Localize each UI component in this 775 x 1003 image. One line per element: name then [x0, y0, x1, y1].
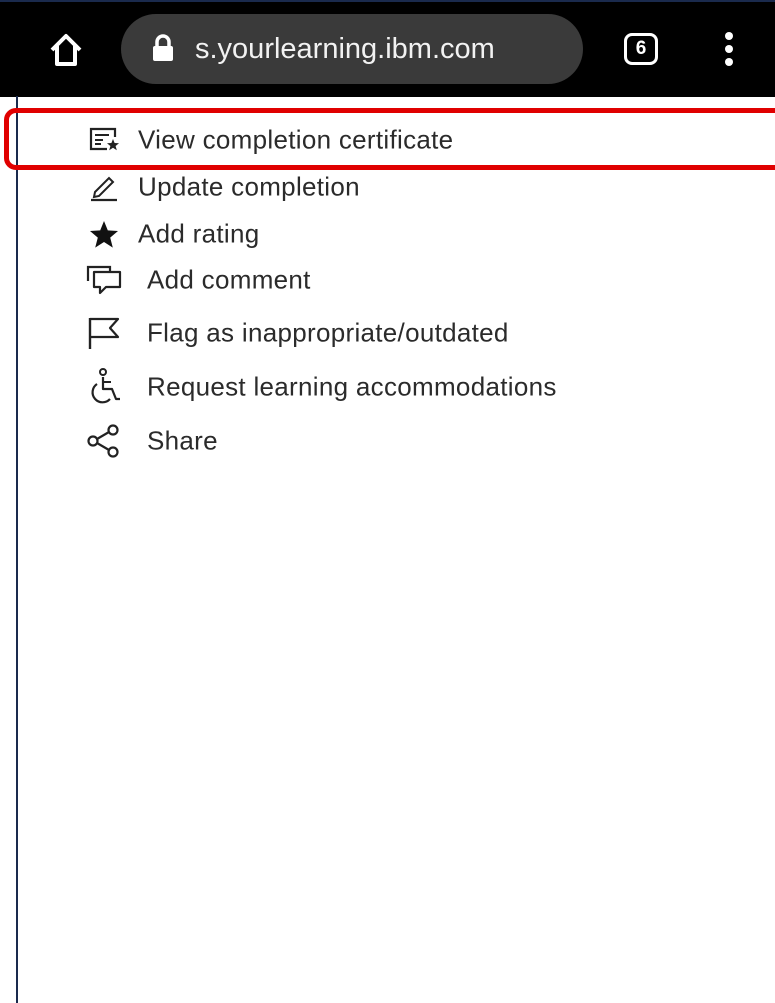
edit-icon	[84, 167, 124, 207]
menu-dot-icon	[725, 45, 733, 53]
menu-item-label: Share	[147, 425, 218, 456]
menu-item-share[interactable]: Share	[0, 418, 760, 464]
menu-item-update-completion[interactable]: Update completion	[0, 164, 760, 210]
share-icon	[84, 421, 124, 461]
star-icon	[84, 214, 124, 254]
menu-item-label: View completion certificate	[138, 124, 454, 155]
menu-item-flag[interactable]: Flag as inappropriate/outdated	[0, 310, 760, 356]
menu-item-label: Add rating	[138, 218, 260, 249]
certificate-icon	[84, 120, 124, 160]
home-button[interactable]	[44, 28, 88, 72]
accessibility-icon	[84, 367, 124, 407]
menu-dot-icon	[725, 32, 733, 40]
tab-switcher-button[interactable]: 6	[624, 33, 658, 65]
menu-item-label: Request learning accommodations	[147, 371, 557, 402]
flag-icon	[84, 313, 124, 353]
menu-item-add-comment[interactable]: Add comment	[0, 257, 760, 303]
menu-item-label: Flag as inappropriate/outdated	[147, 317, 509, 348]
menu-item-request-accommodations[interactable]: Request learning accommodations	[0, 364, 760, 410]
lock-icon	[153, 34, 173, 61]
comment-icon	[84, 260, 124, 300]
menu-item-add-rating[interactable]: Add rating	[0, 211, 760, 257]
menu-item-label: Update completion	[138, 171, 360, 202]
menu-item-view-certificate[interactable]: View completion certificate	[0, 117, 760, 163]
home-icon	[50, 34, 82, 66]
address-bar[interactable]: s.yourlearning.ibm.com	[121, 14, 583, 84]
url-text: s.yourlearning.ibm.com	[195, 33, 495, 65]
menu-dot-icon	[725, 58, 733, 66]
menu-item-label: Add comment	[147, 264, 311, 295]
browser-menu-button[interactable]	[720, 32, 738, 70]
browser-toolbar: s.yourlearning.ibm.com 6	[0, 0, 775, 97]
